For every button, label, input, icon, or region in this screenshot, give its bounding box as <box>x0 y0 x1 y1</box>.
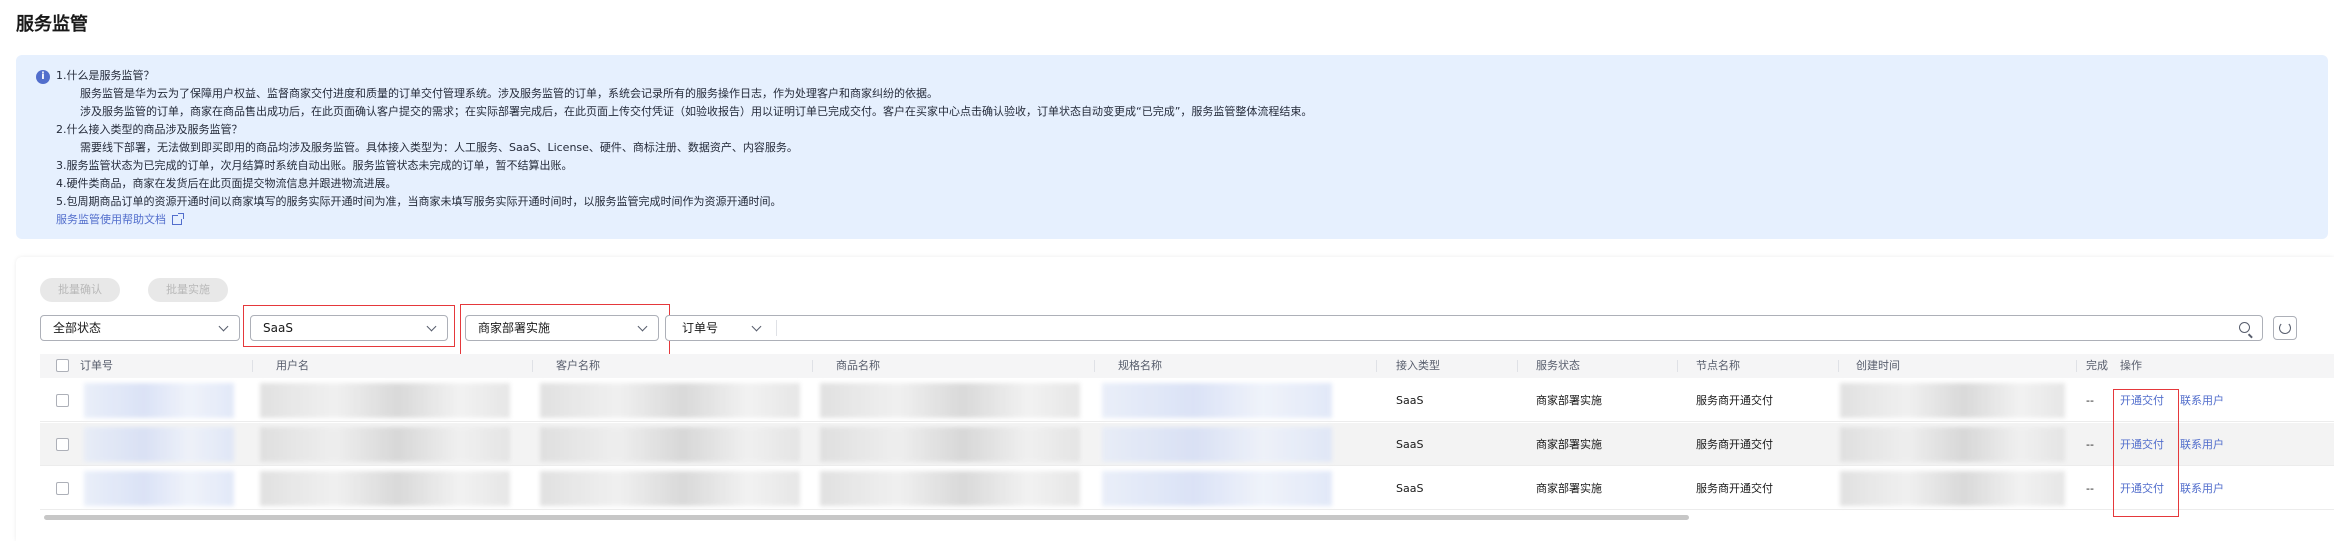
info-line: 涉及服务监管的订单，商家在商品售出成功后，在此页面确认客户提交的需求；在实际部署… <box>80 105 1313 118</box>
chevron-down-icon <box>751 321 762 332</box>
column-header: 客户名称 <box>556 359 600 372</box>
page-title: 服务监管 <box>16 14 88 35</box>
column-header: 节点名称 <box>1696 359 1740 372</box>
batch-implement-button[interactable]: 批量实施 <box>148 278 228 302</box>
redacted-created-time <box>1840 383 2065 418</box>
info-line: 4.硬件类商品，商家在发货后在此页面提交物流信息并跟进物流进展。 <box>56 177 397 190</box>
column-header: 规格名称 <box>1118 359 1162 372</box>
column-divider <box>1094 360 1095 372</box>
column-divider <box>1677 360 1678 372</box>
column-header: 创建时间 <box>1856 359 1900 372</box>
column-divider <box>252 360 253 372</box>
refresh-button[interactable] <box>2273 316 2297 340</box>
table-row: SaaS 商家部署实施 服务商开通交付 -- 开通交付 联系用户 <box>40 423 2334 466</box>
redacted-spec-name <box>1102 471 1332 506</box>
contact-user-link[interactable]: 联系用户 <box>2180 467 2224 510</box>
info-line: 服务监管是华为云为了保障用户权益、监督商家交付进度和质量的订单交付管理系统。涉及… <box>80 87 938 100</box>
redacted-spec-name <box>1102 383 1332 418</box>
search-type-value: 订单号 <box>682 321 719 335</box>
highlight-box <box>460 304 670 356</box>
status-select[interactable]: 全部状态 <box>40 315 240 341</box>
redacted-spec-name <box>1102 427 1332 462</box>
column-header: 操作 <box>2120 359 2142 372</box>
row-checkbox[interactable] <box>56 438 69 451</box>
contact-user-link[interactable]: 联系用户 <box>2180 423 2224 466</box>
column-divider <box>532 360 533 372</box>
redacted-username <box>260 427 510 462</box>
help-doc-link[interactable]: 服务监管使用帮助文档 <box>56 211 184 229</box>
info-line: 2.什么接入类型的商品涉及服务监管？ <box>56 123 243 136</box>
search-icon[interactable] <box>2239 322 2250 333</box>
column-header: 完成 <box>2086 359 2108 372</box>
info-icon: i <box>36 70 50 84</box>
redacted-created-time <box>1840 427 2065 462</box>
status-select-value: 全部状态 <box>53 321 102 335</box>
select-all-checkbox[interactable] <box>56 359 69 372</box>
column-header: 服务状态 <box>1536 359 1580 372</box>
info-panel: i 1.什么是服务监管？ 服务监管是华为云为了保障用户权益、监督商家交付进度和质… <box>16 55 2328 239</box>
column-divider <box>812 360 813 372</box>
info-line: 5.包周期商品订单的资源开通时间以商家填写的服务实际开通时间为准，当商家未填写服… <box>56 195 782 208</box>
redacted-created-time <box>1840 471 2065 506</box>
column-divider <box>2076 360 2077 372</box>
redacted-username <box>260 383 510 418</box>
service-status-cell: 商家部署实施 <box>1536 438 1602 451</box>
row-checkbox[interactable] <box>56 482 69 495</box>
column-divider <box>1838 360 1839 372</box>
contact-user-link[interactable]: 联系用户 <box>2180 379 2224 422</box>
row-checkbox[interactable] <box>56 394 69 407</box>
table-row: SaaS 商家部署实施 服务商开通交付 -- 开通交付 联系用户 <box>40 467 2334 510</box>
redacted-order-id <box>84 383 234 418</box>
redacted-customer-name <box>540 383 800 418</box>
column-divider <box>1517 360 1518 372</box>
column-header: 订单号 <box>80 359 113 372</box>
access-type-cell: SaaS <box>1396 394 1424 407</box>
help-doc-link-label[interactable]: 服务监管使用帮助文档 <box>56 211 166 229</box>
completed-cell: -- <box>2086 438 2094 451</box>
redacted-product-name <box>820 471 1080 506</box>
redacted-customer-name <box>540 427 800 462</box>
node-name-cell: 服务商开通交付 <box>1696 482 1773 495</box>
search-type-select[interactable]: 订单号 <box>666 316 776 340</box>
redacted-order-id <box>84 427 234 462</box>
node-name-cell: 服务商开通交付 <box>1696 394 1773 407</box>
external-link-icon <box>172 213 184 225</box>
table-row: SaaS 商家部署实施 服务商开通交付 -- 开通交付 联系用户 <box>40 379 2334 422</box>
completed-cell: -- <box>2086 482 2094 495</box>
service-status-cell: 商家部署实施 <box>1536 482 1602 495</box>
info-line: 3.服务监管状态为已完成的订单，次月结算时系统自动出账。服务监管状态未完成的订单… <box>56 159 573 172</box>
info-line: 需要线下部署，无法做到即买即用的商品均涉及服务监管。具体接入类型为：人工服务、S… <box>80 141 798 154</box>
search-bar[interactable]: 订单号 <box>665 315 2263 341</box>
horizontal-scrollbar[interactable] <box>44 515 1689 520</box>
column-header: 接入类型 <box>1396 359 1440 372</box>
redacted-username <box>260 471 510 506</box>
node-name-cell: 服务商开通交付 <box>1696 438 1773 451</box>
access-type-cell: SaaS <box>1396 438 1424 451</box>
table-header: 订单号 用户名 客户名称 商品名称 规格名称 接入类型 服务状态 节点名称 创建… <box>40 354 2334 378</box>
redacted-order-id <box>84 471 234 506</box>
column-header: 用户名 <box>276 359 309 372</box>
highlight-box <box>243 305 455 347</box>
service-status-cell: 商家部署实施 <box>1536 394 1602 407</box>
redacted-customer-name <box>540 471 800 506</box>
chevron-down-icon <box>218 321 229 332</box>
column-header: 商品名称 <box>836 359 880 372</box>
highlight-box <box>2113 389 2179 517</box>
column-divider <box>1376 360 1377 372</box>
info-line: 1.什么是服务监管？ <box>56 69 155 82</box>
refresh-icon <box>2279 322 2291 334</box>
batch-confirm-button[interactable]: 批量确认 <box>40 278 120 302</box>
access-type-cell: SaaS <box>1396 482 1424 495</box>
completed-cell: -- <box>2086 394 2094 407</box>
redacted-product-name <box>820 427 1080 462</box>
redacted-product-name <box>820 383 1080 418</box>
search-divider <box>776 320 777 336</box>
